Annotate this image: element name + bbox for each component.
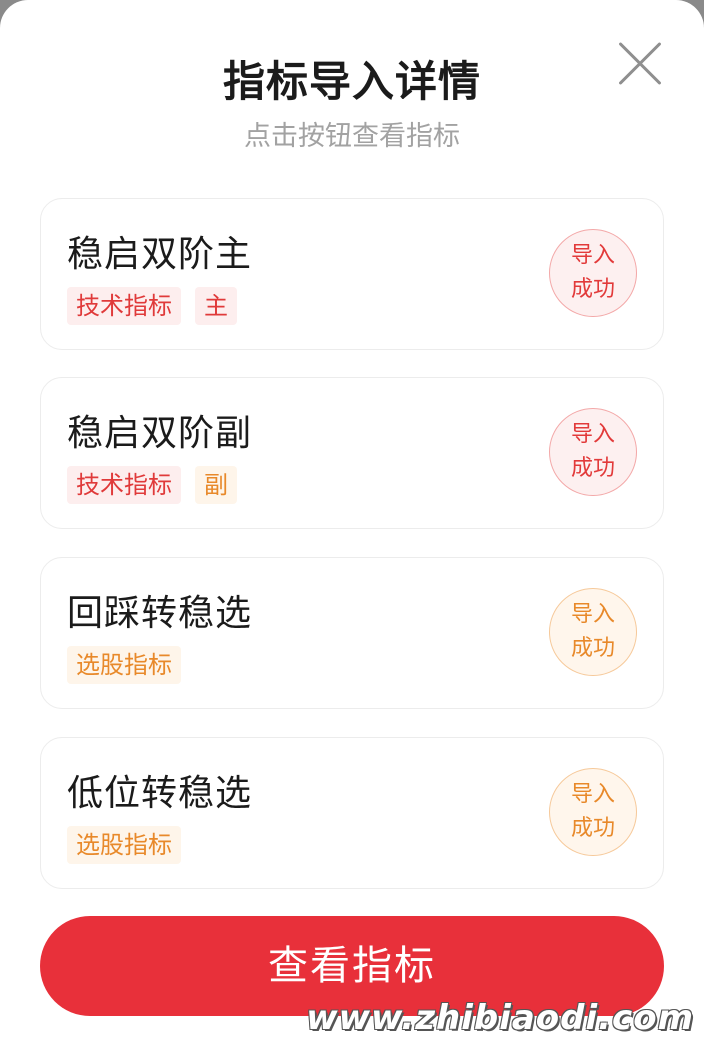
indicator-card[interactable]: 低位转稳选 选股指标 导入 成功 <box>40 737 664 889</box>
status-line1: 导入 <box>570 602 615 627</box>
indicator-card[interactable]: 回踩转稳选 选股指标 导入 成功 <box>40 557 664 709</box>
status-line1: 导入 <box>570 243 615 268</box>
indicator-name: 稳启双阶副 <box>67 413 253 454</box>
indicator-tags: 技术指标 副 <box>67 466 237 504</box>
indicator-type-tag: 技术指标 <box>67 466 181 504</box>
status-line2: 成功 <box>570 277 615 302</box>
close-icon[interactable] <box>618 42 662 86</box>
watermark: www.zhibiaodi.com <box>306 998 694 1038</box>
indicator-type-tag: 技术指标 <box>67 287 181 325</box>
indicator-variant-tag: 主 <box>195 287 237 325</box>
indicator-name: 稳启双阶主 <box>67 234 253 275</box>
status-line1: 导入 <box>570 782 615 807</box>
dialog-title: 指标导入详情 <box>222 57 481 106</box>
status-line2: 成功 <box>570 636 615 661</box>
status-line2: 成功 <box>570 456 615 481</box>
import-status-badge: 导入 成功 <box>549 588 637 676</box>
import-status-badge: 导入 成功 <box>549 229 637 317</box>
dialog-subtitle: 点击按钮查看指标 <box>244 121 460 152</box>
status-line2: 成功 <box>570 816 615 841</box>
indicator-tags: 选股指标 <box>67 826 181 864</box>
indicator-tags: 选股指标 <box>67 646 181 684</box>
indicator-type-tag: 选股指标 <box>67 826 181 864</box>
import-details-dialog: 指标导入详情 点击按钮查看指标 稳启双阶主 技术指标 主 导入 成功 稳启双阶副… <box>0 0 704 1052</box>
import-status-badge: 导入 成功 <box>549 768 637 856</box>
indicator-variant-tag: 副 <box>195 466 237 504</box>
indicator-card[interactable]: 稳启双阶主 技术指标 主 导入 成功 <box>40 198 664 350</box>
indicator-name: 低位转稳选 <box>67 773 253 814</box>
status-line1: 导入 <box>570 422 615 447</box>
indicator-name: 回踩转稳选 <box>67 593 253 634</box>
indicator-tags: 技术指标 主 <box>67 287 237 325</box>
indicator-type-tag: 选股指标 <box>67 646 181 684</box>
import-status-badge: 导入 成功 <box>549 408 637 496</box>
indicator-card[interactable]: 稳启双阶副 技术指标 副 导入 成功 <box>40 377 664 529</box>
